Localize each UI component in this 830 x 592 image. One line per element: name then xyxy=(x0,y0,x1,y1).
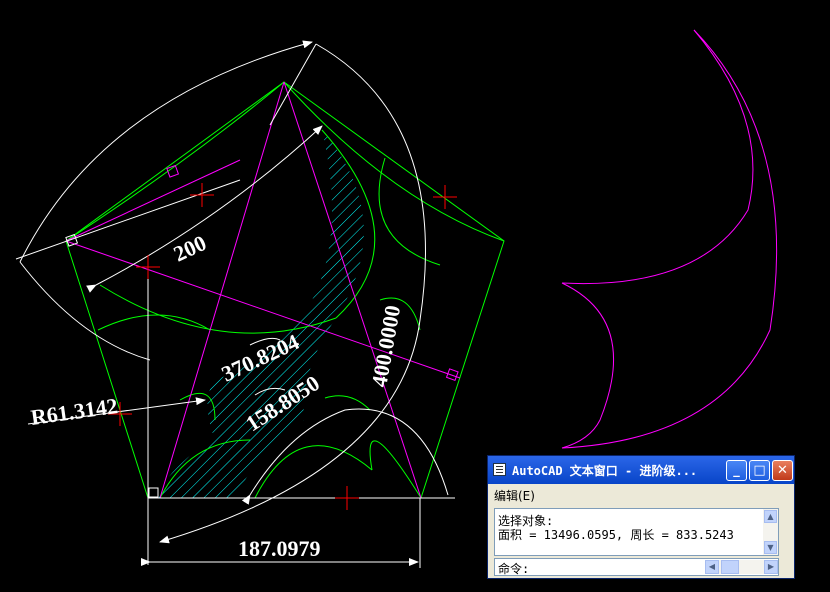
green-arcs xyxy=(65,81,505,499)
dim-187: 187.0979 xyxy=(238,536,321,561)
dim-radius: R61.3142 xyxy=(29,393,119,430)
horizontal-scrollbar[interactable]: ◀ ▶ xyxy=(705,560,778,574)
scroll-down-icon[interactable]: ▼ xyxy=(764,541,777,554)
command-prompt: 命令: xyxy=(498,562,530,576)
menu-edit[interactable]: 编辑(E) xyxy=(494,487,535,504)
minimize-button[interactable]: _ xyxy=(726,460,747,481)
dim-200: 200 xyxy=(170,230,210,267)
maximize-button[interactable]: □ xyxy=(749,460,770,481)
dim-400: 400.0000 xyxy=(366,303,405,389)
text-window-icon xyxy=(493,463,506,476)
crescent-shape xyxy=(561,29,778,449)
window-title-bar[interactable]: AutoCAD 文本窗口 - 进阶级... _ □ ✕ xyxy=(488,456,794,484)
command-line[interactable]: 命令: ◀ ▶ xyxy=(494,558,779,576)
history-pane[interactable]: 选择对象: 面积 = 13496.0595, 周长 = 833.5243 ▲ ▼ xyxy=(494,508,779,556)
close-button[interactable]: ✕ xyxy=(772,460,793,481)
scroll-left-icon[interactable]: ◀ xyxy=(705,560,719,574)
scroll-thumb[interactable] xyxy=(721,560,739,574)
history-line: 面积 = 13496.0595, 周长 = 833.5243 xyxy=(498,528,734,542)
vertical-scrollbar[interactable]: ▲ ▼ xyxy=(763,509,778,555)
autocad-text-window[interactable]: AutoCAD 文本窗口 - 进阶级... _ □ ✕ 编辑(E) 选择对象: … xyxy=(487,455,795,579)
scroll-right-icon[interactable]: ▶ xyxy=(764,560,778,574)
outer-pentagon xyxy=(65,81,505,499)
window-title: AutoCAD 文本窗口 - 进阶级... xyxy=(512,464,698,478)
scroll-up-icon[interactable]: ▲ xyxy=(764,510,777,523)
